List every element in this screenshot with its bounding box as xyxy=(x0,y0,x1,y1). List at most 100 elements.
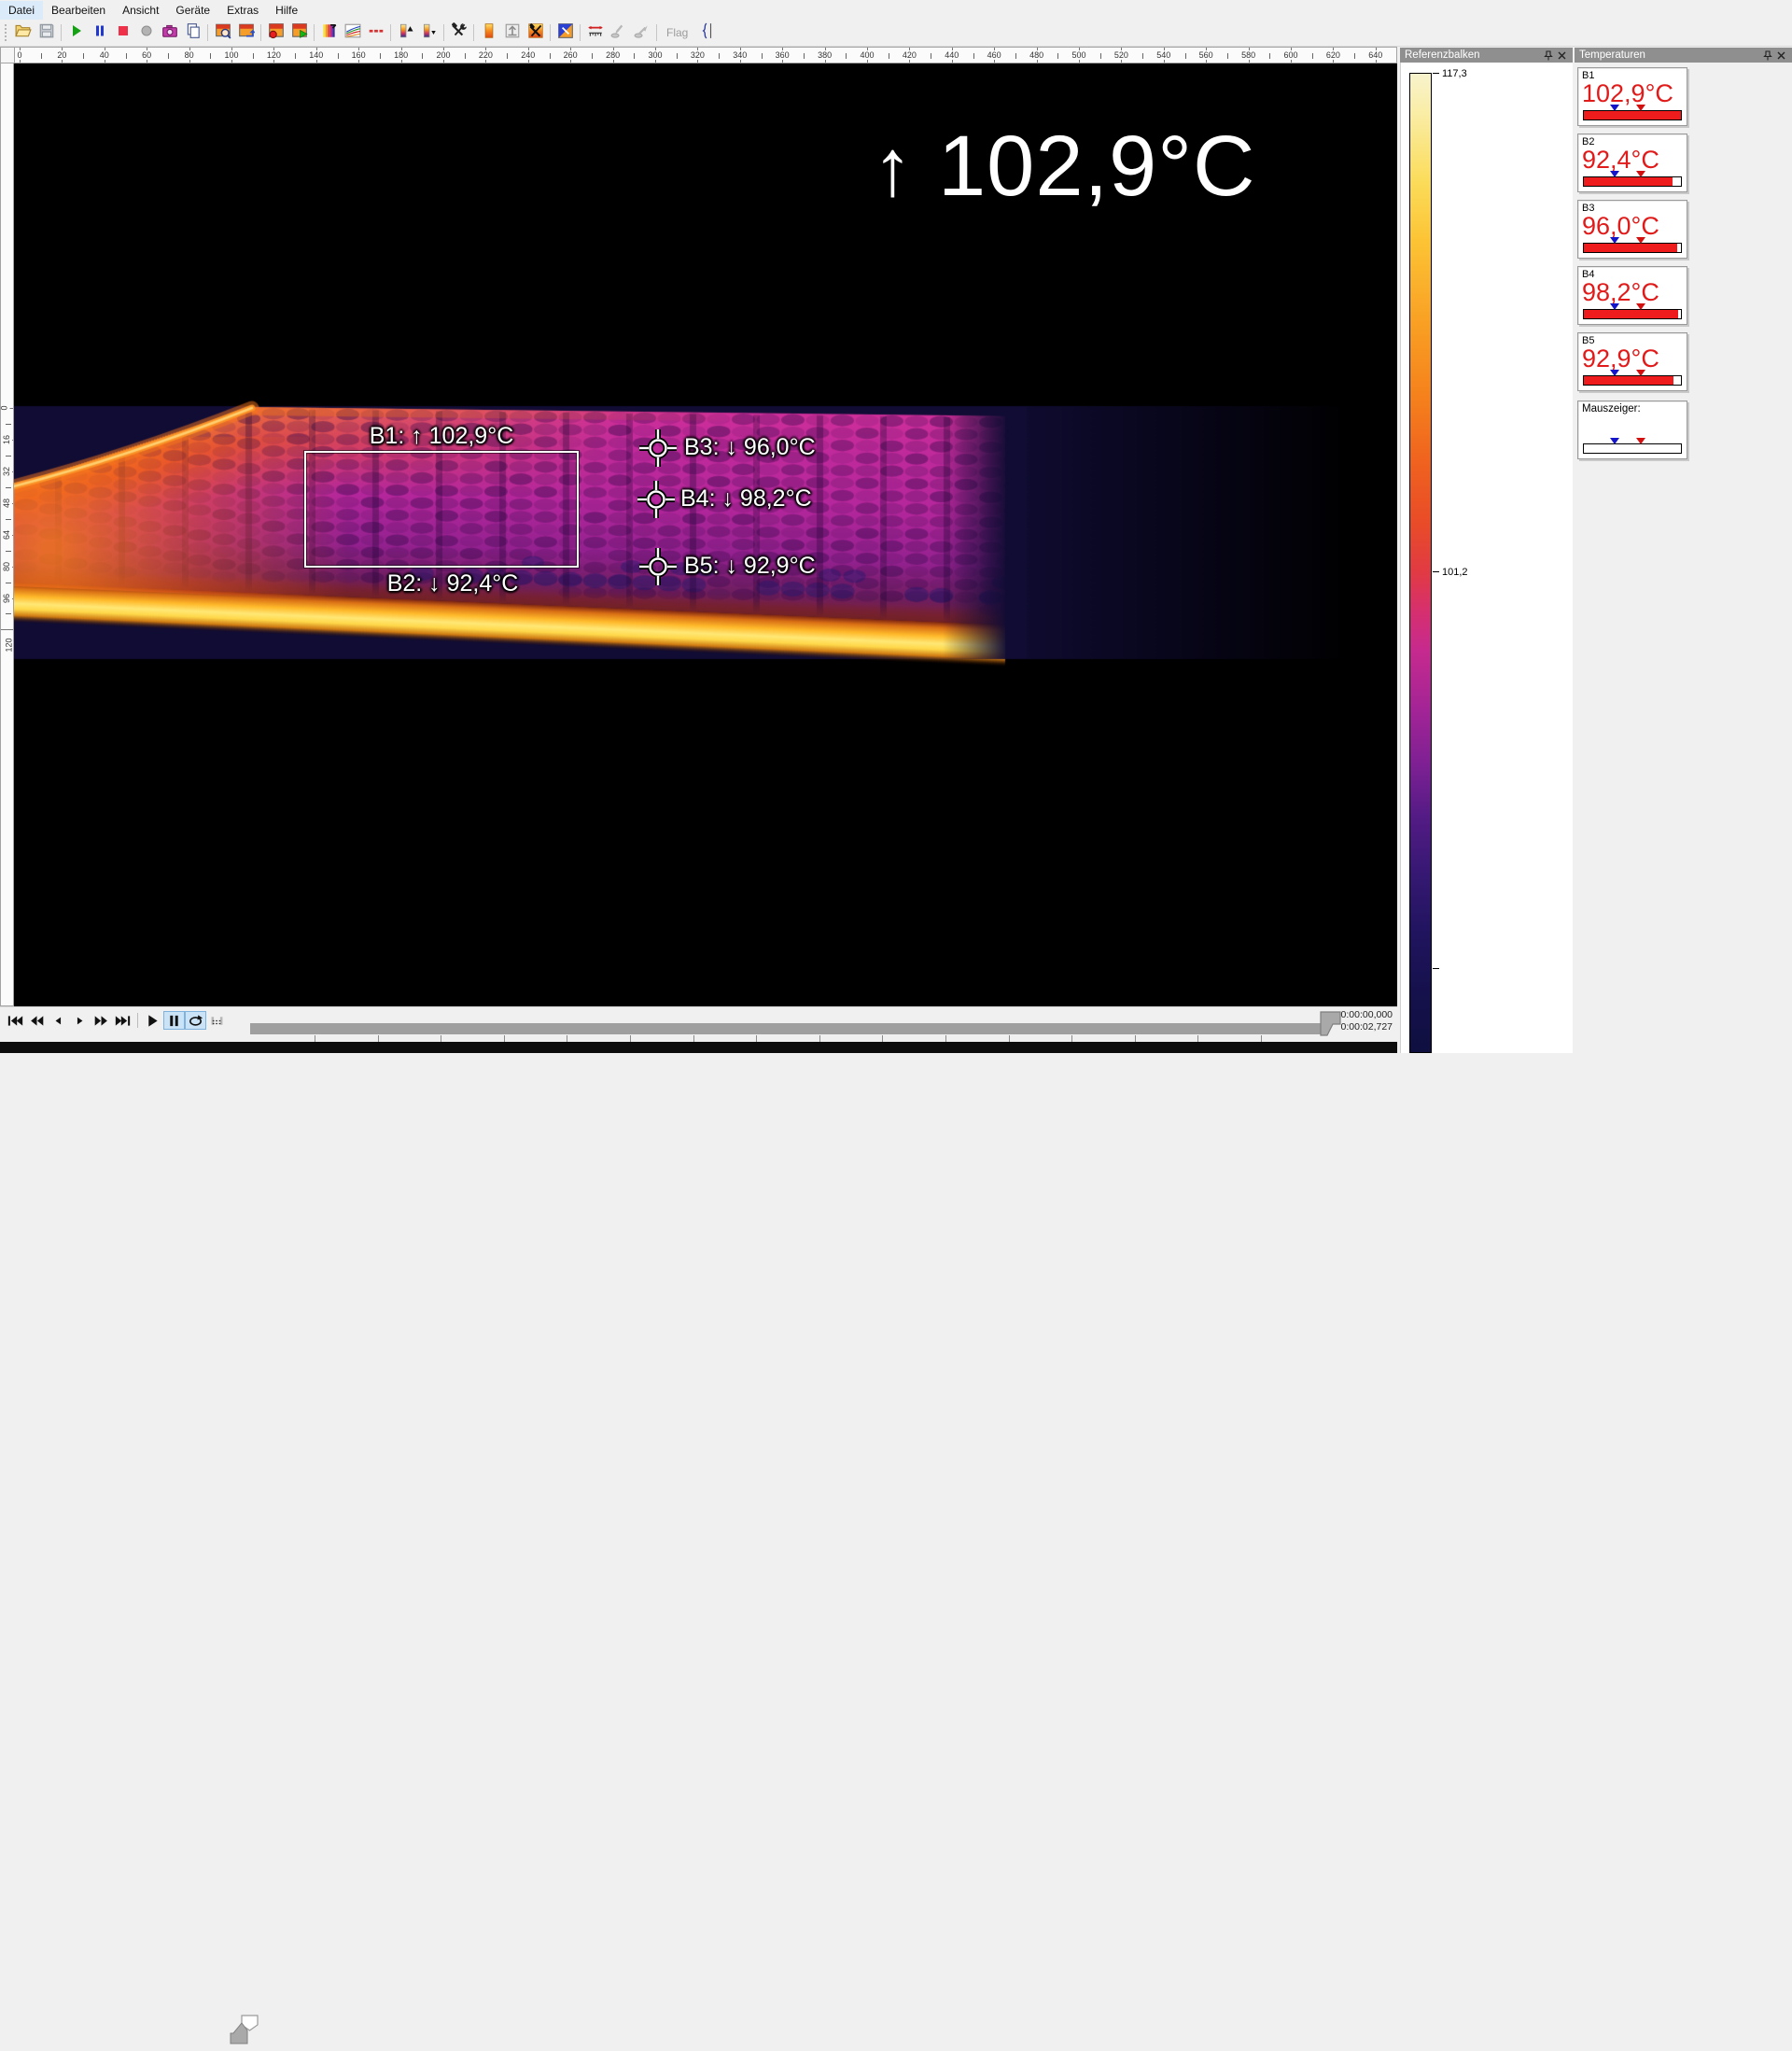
image-export-button[interactable] xyxy=(234,21,258,44)
max-marker[interactable] xyxy=(1636,370,1645,376)
event-brace-button[interactable] xyxy=(694,21,718,44)
play-button[interactable] xyxy=(64,21,88,44)
pin-icon[interactable] xyxy=(1761,49,1774,61)
goto-first-frame-button[interactable] xyxy=(5,1011,26,1030)
profile-curves-icon xyxy=(344,22,361,44)
tools-thermal-button[interactable] xyxy=(524,21,547,44)
palette-pick-button[interactable] xyxy=(317,21,341,44)
flag-button[interactable]: Flag xyxy=(660,26,694,39)
max-marker[interactable] xyxy=(1636,237,1645,244)
measure-point-b3[interactable] xyxy=(637,428,679,469)
palette-shift-up-button[interactable] xyxy=(394,21,417,44)
thermal-quadrant-button[interactable] xyxy=(553,21,577,44)
measure-point-b5[interactable] xyxy=(637,546,679,587)
playback-buttons xyxy=(5,1010,228,1031)
temp-box-b1: B1 102,9°C xyxy=(1577,67,1687,126)
max-marker[interactable] xyxy=(1636,438,1645,444)
menu-datei[interactable]: Datei xyxy=(0,1,43,20)
ruler-label: 100 xyxy=(223,50,239,60)
toolbar-grip[interactable] xyxy=(4,24,8,41)
min-marker[interactable] xyxy=(1610,171,1619,177)
arrow-out-button[interactable] xyxy=(630,21,653,44)
color-bar[interactable] xyxy=(1409,73,1432,1053)
step-forward-button[interactable] xyxy=(69,1011,91,1030)
ruler-label: 340 xyxy=(732,50,748,60)
event-brace-icon xyxy=(698,22,715,44)
gradient-bar-button[interactable] xyxy=(477,21,500,44)
ruler-tick xyxy=(380,53,381,59)
ruler-label: 280 xyxy=(605,50,621,60)
menu-bearbeiten[interactable]: Bearbeiten xyxy=(43,1,114,20)
snapshot-button[interactable] xyxy=(158,21,181,44)
min-marker[interactable] xyxy=(1610,237,1619,244)
timeline-track[interactable] xyxy=(250,1023,1323,1034)
measure-point-b4[interactable] xyxy=(636,479,677,520)
auto-range-button[interactable] xyxy=(500,21,524,44)
loop-playback-button[interactable] xyxy=(185,1011,206,1030)
max-marker[interactable] xyxy=(1636,303,1645,310)
toolbar-separator xyxy=(443,24,444,41)
arrow-in-button[interactable] xyxy=(607,21,630,44)
min-marker[interactable] xyxy=(1610,105,1619,111)
menu-bar: Datei Bearbeiten Ansicht Geräte Extras H… xyxy=(0,0,1792,20)
label-b4[interactable]: B4: ↓ 98,2°C xyxy=(680,485,812,513)
ruler-tick xyxy=(1015,53,1016,59)
ruler-tick xyxy=(592,53,593,59)
min-marker[interactable] xyxy=(1610,303,1619,310)
measure-rect-b1[interactable] xyxy=(304,451,579,568)
pause-sequence-button[interactable] xyxy=(163,1011,185,1030)
image-play-button[interactable] xyxy=(287,21,311,44)
profile-curves-button[interactable] xyxy=(341,21,364,44)
label-b3[interactable]: B3: ↓ 96,0°C xyxy=(684,434,816,461)
temp-range-bar[interactable] xyxy=(1583,243,1682,253)
isotherm-dashes-button[interactable] xyxy=(364,21,387,44)
ruler-tick xyxy=(762,53,763,59)
temp-box-value: 102,9°C xyxy=(1578,81,1687,107)
frame-markers-button[interactable] xyxy=(206,1011,228,1030)
goto-last-frame-button[interactable] xyxy=(112,1011,133,1030)
fast-forward-button[interactable] xyxy=(91,1011,112,1030)
pin-icon[interactable] xyxy=(1542,49,1555,61)
save-button[interactable] xyxy=(35,21,58,44)
copy-button[interactable] xyxy=(181,21,204,44)
timeline-start-marker[interactable] xyxy=(229,2015,262,2051)
max-marker[interactable] xyxy=(1636,105,1645,111)
ruler-tick xyxy=(6,613,11,614)
temp-box-b2: B2 92,4°C xyxy=(1577,133,1687,192)
temp-range-bar[interactable] xyxy=(1583,309,1682,319)
fast-backward-button[interactable] xyxy=(26,1011,48,1030)
menu-extras[interactable]: Extras xyxy=(218,1,267,20)
temp-range-bar[interactable] xyxy=(1583,443,1682,454)
image-marker-button[interactable] xyxy=(264,21,287,44)
ruler-tick xyxy=(677,53,678,59)
pause-button[interactable] xyxy=(88,21,111,44)
ir-image-viewport[interactable]: ↑102,9°C B1: ↑ 102,9°C B2: ↓ 92,4°C B3: … xyxy=(14,63,1397,1006)
close-icon[interactable] xyxy=(1555,49,1568,61)
measure-distance-button[interactable] xyxy=(583,21,607,44)
ruler-tick xyxy=(41,53,42,59)
label-b5[interactable]: B5: ↓ 92,9°C xyxy=(684,553,816,580)
tools-button[interactable] xyxy=(447,21,470,44)
close-icon[interactable] xyxy=(1774,49,1787,61)
open-file-button[interactable] xyxy=(11,21,35,44)
max-marker[interactable] xyxy=(1636,171,1645,177)
label-b1[interactable]: B1: ↑ 102,9°C xyxy=(370,423,514,450)
temp-range-bar[interactable] xyxy=(1583,176,1682,187)
image-zoom-button[interactable] xyxy=(211,21,234,44)
play-icon xyxy=(69,23,84,43)
menu-ansicht[interactable]: Ansicht xyxy=(114,1,167,20)
play-sequence-button[interactable] xyxy=(142,1011,163,1030)
stop-button[interactable] xyxy=(111,21,134,44)
label-b2[interactable]: B2: ↓ 92,4°C xyxy=(387,570,519,597)
record-button[interactable] xyxy=(134,21,158,44)
ruler-label: 200 xyxy=(435,50,451,60)
temp-range-bar[interactable] xyxy=(1583,110,1682,120)
ruler-tick xyxy=(1142,53,1143,59)
min-marker[interactable] xyxy=(1610,370,1619,376)
menu-hilfe[interactable]: Hilfe xyxy=(267,1,306,20)
min-marker[interactable] xyxy=(1610,438,1619,444)
step-backward-button[interactable] xyxy=(48,1011,69,1030)
menu-geraete[interactable]: Geräte xyxy=(167,1,218,20)
temp-range-bar[interactable] xyxy=(1583,375,1682,386)
palette-shift-down-button[interactable] xyxy=(417,21,441,44)
